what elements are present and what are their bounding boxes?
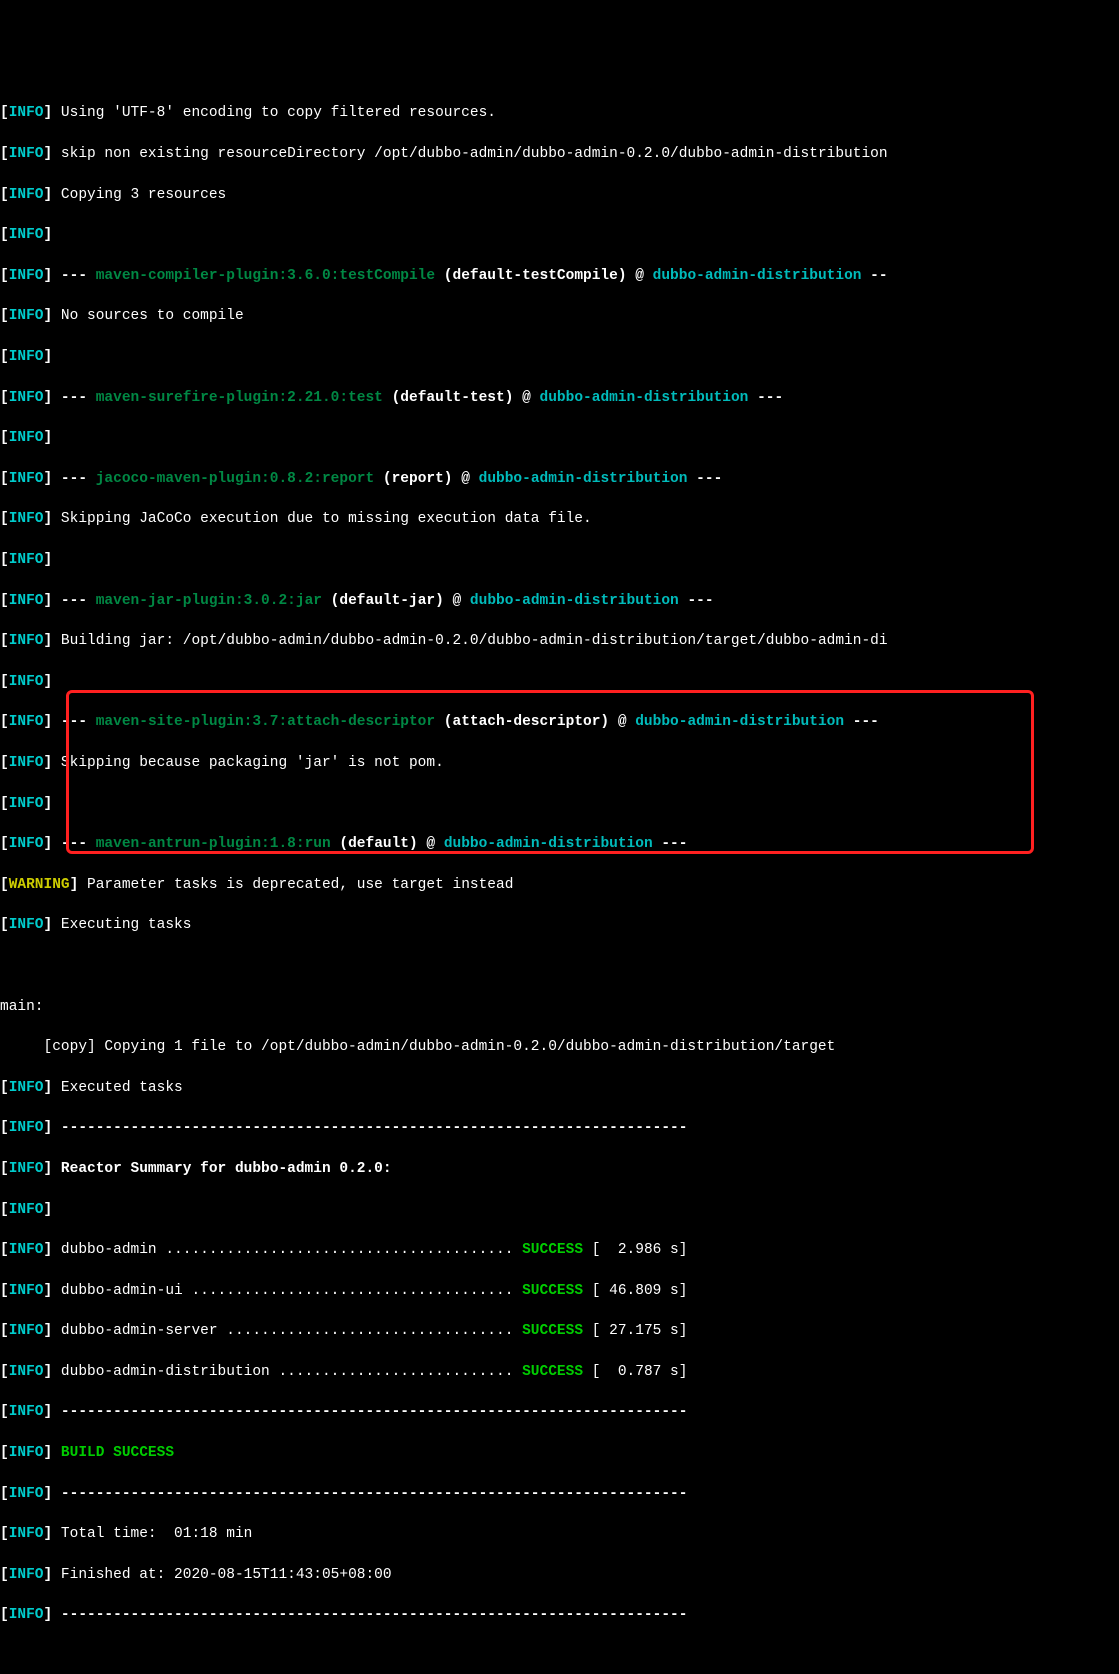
log-line: [INFO] (0, 428, 1119, 448)
log-line: [INFO] Skipping JaCoCo execution due to … (0, 509, 1119, 529)
log-line: [INFO] (0, 550, 1119, 570)
log-line: [INFO] Executing tasks (0, 915, 1119, 935)
log-line: [INFO] Total time: 01:18 min (0, 1524, 1119, 1544)
reactor-row: [INFO] dubbo-admin-distribution ........… (0, 1362, 1119, 1382)
reactor-row: [INFO] dubbo-admin-ui ..................… (0, 1281, 1119, 1301)
log-line: [INFO] Finished at: 2020-08-15T11:43:05+… (0, 1565, 1119, 1585)
log-line: [INFO] Copying 3 resources (0, 185, 1119, 205)
log-line: [INFO] (0, 672, 1119, 692)
log-line: [INFO] Reactor Summary for dubbo-admin 0… (0, 1159, 1119, 1179)
log-line: [INFO] (0, 1200, 1119, 1220)
log-line: [INFO] Using 'UTF-8' encoding to copy fi… (0, 103, 1119, 123)
log-line: [INFO] Executed tasks (0, 1078, 1119, 1098)
terminal-output: [INFO] Using 'UTF-8' encoding to copy fi… (0, 83, 1119, 1666)
log-line: [INFO] ---------------------------------… (0, 1484, 1119, 1504)
log-line: [copy] Copying 1 file to /opt/dubbo-admi… (0, 1037, 1119, 1057)
log-line (0, 956, 1119, 976)
log-line: [INFO] Building jar: /opt/dubbo-admin/du… (0, 631, 1119, 651)
reactor-row: [INFO] dubbo-admin-server ..............… (0, 1321, 1119, 1341)
log-line: [INFO] --- maven-surefire-plugin:2.21.0:… (0, 388, 1119, 408)
log-line: [INFO] ---------------------------------… (0, 1118, 1119, 1138)
log-line: [INFO] (0, 794, 1119, 814)
log-line: [INFO] --- maven-compiler-plugin:3.6.0:t… (0, 266, 1119, 286)
log-line: main: (0, 997, 1119, 1017)
log-line: [INFO] (0, 225, 1119, 245)
log-line: [INFO] --- maven-jar-plugin:3.0.2:jar (d… (0, 591, 1119, 611)
reactor-row: [INFO] dubbo-admin .....................… (0, 1240, 1119, 1260)
log-line: [INFO] --- jacoco-maven-plugin:0.8.2:rep… (0, 469, 1119, 489)
log-line: [INFO] No sources to compile (0, 306, 1119, 326)
log-line: [INFO] --- maven-site-plugin:3.7:attach-… (0, 712, 1119, 732)
log-line: [INFO] ---------------------------------… (0, 1605, 1119, 1625)
log-line: [INFO] Skipping because packaging 'jar' … (0, 753, 1119, 773)
log-line: [WARNING] Parameter tasks is deprecated,… (0, 875, 1119, 895)
log-line: [INFO] skip non existing resourceDirecto… (0, 144, 1119, 164)
build-status: [INFO] BUILD SUCCESS (0, 1443, 1119, 1463)
log-line: [INFO] ---------------------------------… (0, 1402, 1119, 1422)
log-line: [INFO] (0, 347, 1119, 367)
log-line: [INFO] --- maven-antrun-plugin:1.8:run (… (0, 834, 1119, 854)
